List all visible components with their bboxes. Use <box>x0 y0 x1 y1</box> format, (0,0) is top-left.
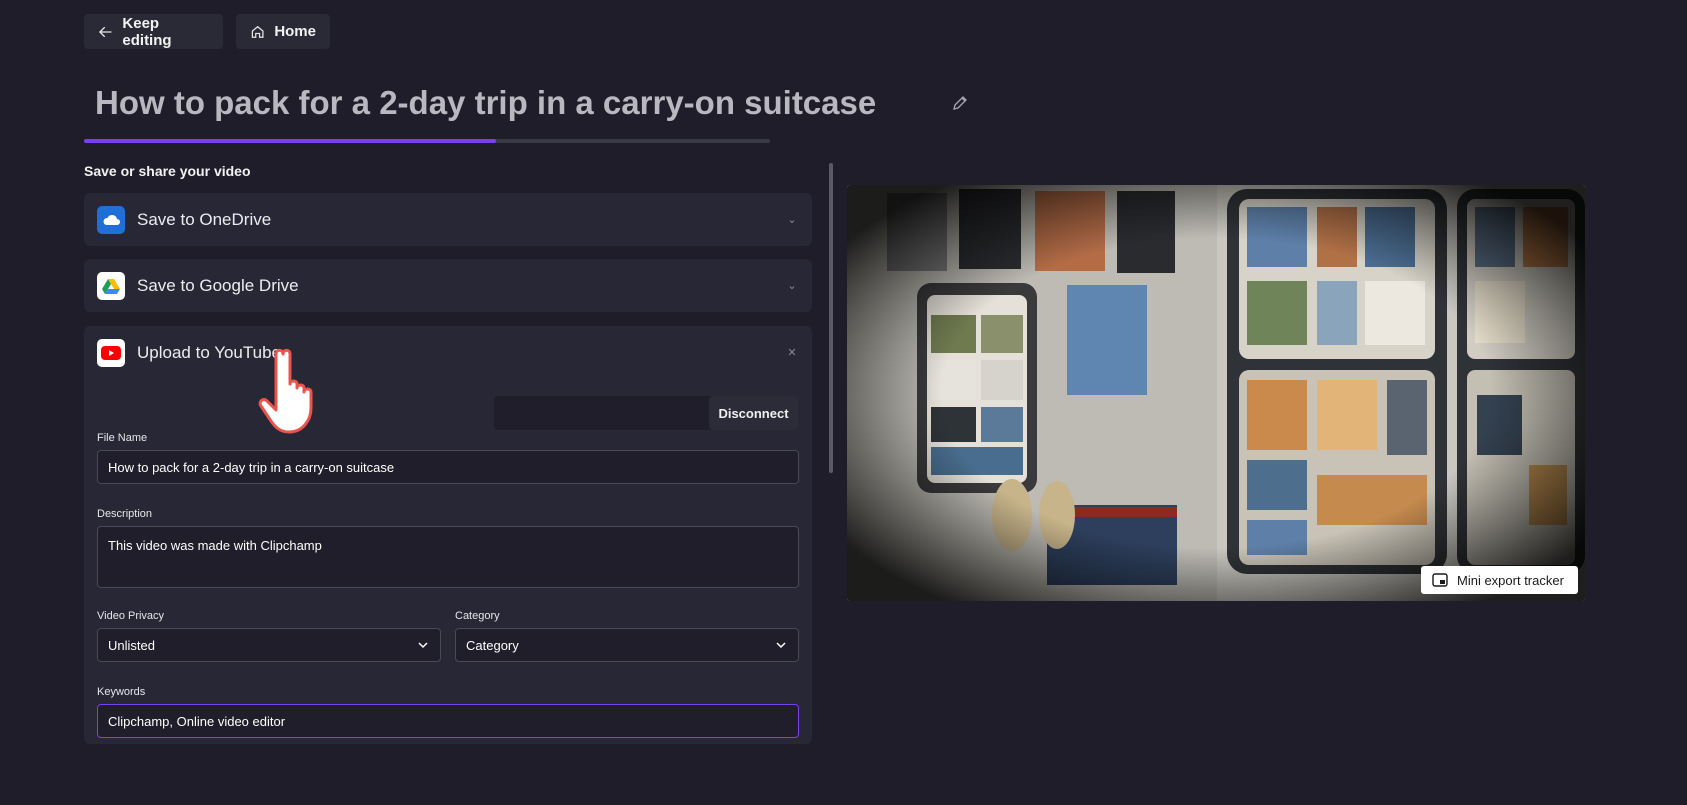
disconnect-button[interactable]: Disconnect <box>709 396 798 430</box>
category-label: Category <box>455 610 500 622</box>
youtube-header[interactable]: Upload to YouTube ✕ <box>84 326 812 379</box>
arrow-left-icon <box>98 26 112 37</box>
chevron-down-icon <box>418 642 428 649</box>
mini-export-tracker-button[interactable]: Mini export tracker <box>1421 566 1578 594</box>
preview-image <box>847 185 1585 601</box>
mini-export-tracker-label: Mini export tracker <box>1457 572 1564 588</box>
youtube-account-bar: Disconnect <box>494 396 798 430</box>
chevron-down-icon[interactable]: ⌄ <box>785 213 799 227</box>
home-button[interactable]: Home <box>236 14 330 49</box>
export-progress-bar <box>84 139 770 143</box>
file-name-label: File Name <box>97 432 148 444</box>
home-label: Home <box>274 23 316 40</box>
description-textarea[interactable]: This video was made with Clipchamp <box>97 526 799 588</box>
onedrive-header[interactable]: Save to OneDrive ⌄ <box>84 193 812 246</box>
chevron-down-icon[interactable]: ⌄ <box>785 279 799 293</box>
video-title[interactable]: How to pack for a 2-day trip in a carry-… <box>95 84 876 122</box>
picture-in-picture-icon <box>1432 573 1448 587</box>
onedrive-icon <box>97 205 125 234</box>
scrollbar[interactable] <box>829 163 833 473</box>
youtube-panel[interactable]: Upload to YouTube ✕ Disconnect File Name… <box>84 326 812 744</box>
category-select[interactable]: Category <box>455 628 799 662</box>
keywords-label: Keywords <box>97 686 146 698</box>
google-drive-panel[interactable]: Save to Google Drive ⌄ <box>84 259 812 312</box>
hand-pointer-icon <box>258 348 313 434</box>
file-name-input[interactable]: How to pack for a 2-day trip in a carry-… <box>97 450 799 484</box>
pencil-icon[interactable] <box>950 93 970 113</box>
keep-editing-label: Keep editing <box>122 14 172 49</box>
description-label: Description <box>97 508 153 520</box>
onedrive-panel[interactable]: Save to OneDrive ⌄ <box>84 193 812 246</box>
home-icon <box>251 25 264 38</box>
export-progress-fill <box>84 139 496 143</box>
onedrive-label: Save to OneDrive <box>137 209 272 229</box>
keep-editing-button[interactable]: Keep editing <box>84 14 223 49</box>
video-privacy-value: Unlisted <box>108 637 155 653</box>
google-drive-header[interactable]: Save to Google Drive ⌄ <box>84 259 812 312</box>
section-heading: Save or share your video <box>84 163 251 179</box>
video-preview <box>847 185 1585 601</box>
youtube-label: Upload to YouTube <box>137 342 281 362</box>
close-icon[interactable]: ✕ <box>785 346 799 360</box>
youtube-icon <box>97 338 125 367</box>
category-value: Category <box>466 637 519 653</box>
video-privacy-label: Video Privacy <box>97 610 165 622</box>
keywords-input[interactable]: Clipchamp, Online video editor <box>97 704 799 738</box>
chevron-down-icon <box>776 642 786 649</box>
video-privacy-select[interactable]: Unlisted <box>97 628 441 662</box>
google-drive-icon <box>97 271 125 300</box>
google-drive-label: Save to Google Drive <box>137 275 299 295</box>
